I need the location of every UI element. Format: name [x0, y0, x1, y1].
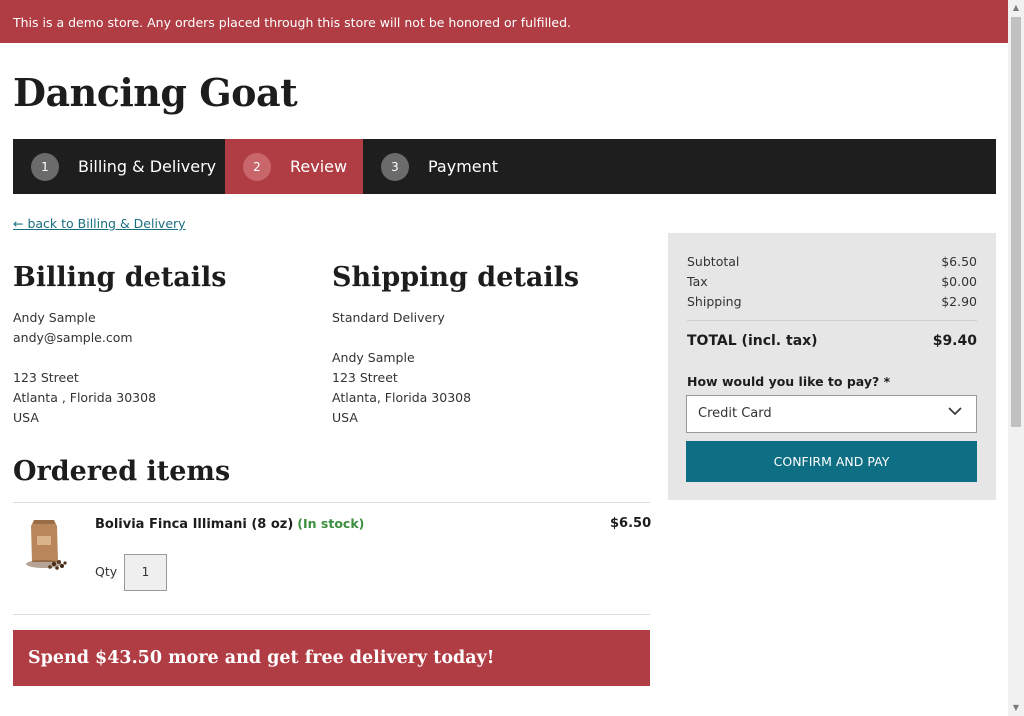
- checkout-steps: 1 Billing & Delivery 2 Review 3 Payment: [13, 139, 996, 194]
- shipping-country: USA: [332, 410, 358, 425]
- total-label: TOTAL (incl. tax): [687, 333, 818, 349]
- total-value: $9.40: [932, 333, 977, 349]
- demo-store-banner: This is a demo store. Any orders placed …: [0, 0, 1008, 43]
- scroll-up-arrow-icon[interactable]: ▲: [1008, 0, 1024, 16]
- billing-country: USA: [13, 410, 39, 425]
- free-delivery-text: Spend $43.50 more and get free delivery …: [28, 648, 495, 668]
- product-name[interactable]: Bolivia Finca Illimani (8 oz) (In stock): [95, 516, 364, 532]
- step-billing-delivery[interactable]: 1 Billing & Delivery: [13, 139, 225, 194]
- stock-status: (In stock): [297, 516, 365, 531]
- step-number-badge: 1: [31, 152, 59, 181]
- billing-city: Atlanta , Florida 30308: [13, 390, 157, 405]
- free-delivery-banner: Spend $43.50 more and get free delivery …: [13, 630, 650, 686]
- shipping-details-heading: Shipping details: [332, 262, 580, 293]
- step-payment[interactable]: 3 Payment: [363, 139, 498, 194]
- subtotal-row: Subtotal $6.50: [687, 254, 977, 269]
- step-label: Review: [290, 157, 348, 176]
- payment-method-select[interactable]: Credit Card: [686, 395, 977, 433]
- shipping-city: Atlanta, Florida 30308: [332, 390, 472, 405]
- subtotal-value: $6.50: [941, 254, 977, 269]
- product-price: $6.50: [610, 516, 652, 531]
- scrollbar-thumb[interactable]: [1011, 17, 1021, 427]
- tax-row: Tax $0.00: [687, 274, 977, 289]
- scrollbar[interactable]: ▲ ▼: [1008, 0, 1024, 716]
- billing-name: Andy Sample: [13, 310, 96, 325]
- demo-store-banner-text: This is a demo store. Any orders placed …: [13, 15, 571, 30]
- tax-value: $0.00: [941, 274, 977, 289]
- billing-address: Andy Sample andy@sample.com 123 Street A…: [13, 308, 156, 428]
- payment-method-value: Credit Card: [698, 406, 772, 421]
- shipping-row: Shipping $2.90: [687, 294, 977, 309]
- total-row: TOTAL (incl. tax) $9.40: [687, 333, 977, 349]
- scroll-down-arrow-icon[interactable]: ▼: [1008, 700, 1024, 716]
- step-number-badge: 3: [381, 152, 409, 181]
- chevron-down-icon: [948, 404, 962, 418]
- tax-label: Tax: [687, 274, 708, 289]
- step-number-badge: 2: [243, 152, 271, 181]
- shipping-name: Andy Sample: [332, 350, 415, 365]
- billing-street: 123 Street: [13, 370, 79, 385]
- divider: [13, 502, 650, 503]
- payment-method-label: How would you like to pay? *: [687, 374, 891, 389]
- shipping-method: Standard Delivery: [332, 310, 445, 325]
- step-label: Payment: [428, 157, 499, 176]
- confirm-and-pay-button[interactable]: CONFIRM AND PAY: [686, 441, 977, 482]
- qty-label: Qty: [95, 564, 118, 579]
- billing-details-heading: Billing details: [13, 262, 227, 293]
- shipping-address: Standard Delivery Andy Sample 123 Street…: [332, 308, 471, 428]
- shipping-value: $2.90: [941, 294, 977, 309]
- shipping-street: 123 Street: [332, 370, 398, 385]
- coffee-bag-image: [24, 514, 70, 572]
- back-to-billing-link[interactable]: ← back to Billing & Delivery: [13, 216, 186, 231]
- summary-divider: [687, 320, 977, 321]
- order-summary: Subtotal $6.50 Tax $0.00 Shipping $2.90 …: [668, 233, 996, 500]
- quantity-input[interactable]: 1: [124, 554, 167, 591]
- billing-email: andy@sample.com: [13, 330, 133, 345]
- subtotal-label: Subtotal: [687, 254, 740, 269]
- product-title: Bolivia Finca Illimani (8 oz): [95, 517, 294, 532]
- shipping-label: Shipping: [687, 294, 742, 309]
- ordered-items-heading: Ordered items: [13, 456, 231, 487]
- step-label: Billing & Delivery: [78, 157, 217, 176]
- step-review[interactable]: 2 Review: [225, 139, 363, 194]
- divider: [13, 614, 650, 615]
- site-logo[interactable]: Dancing Goat: [13, 70, 298, 115]
